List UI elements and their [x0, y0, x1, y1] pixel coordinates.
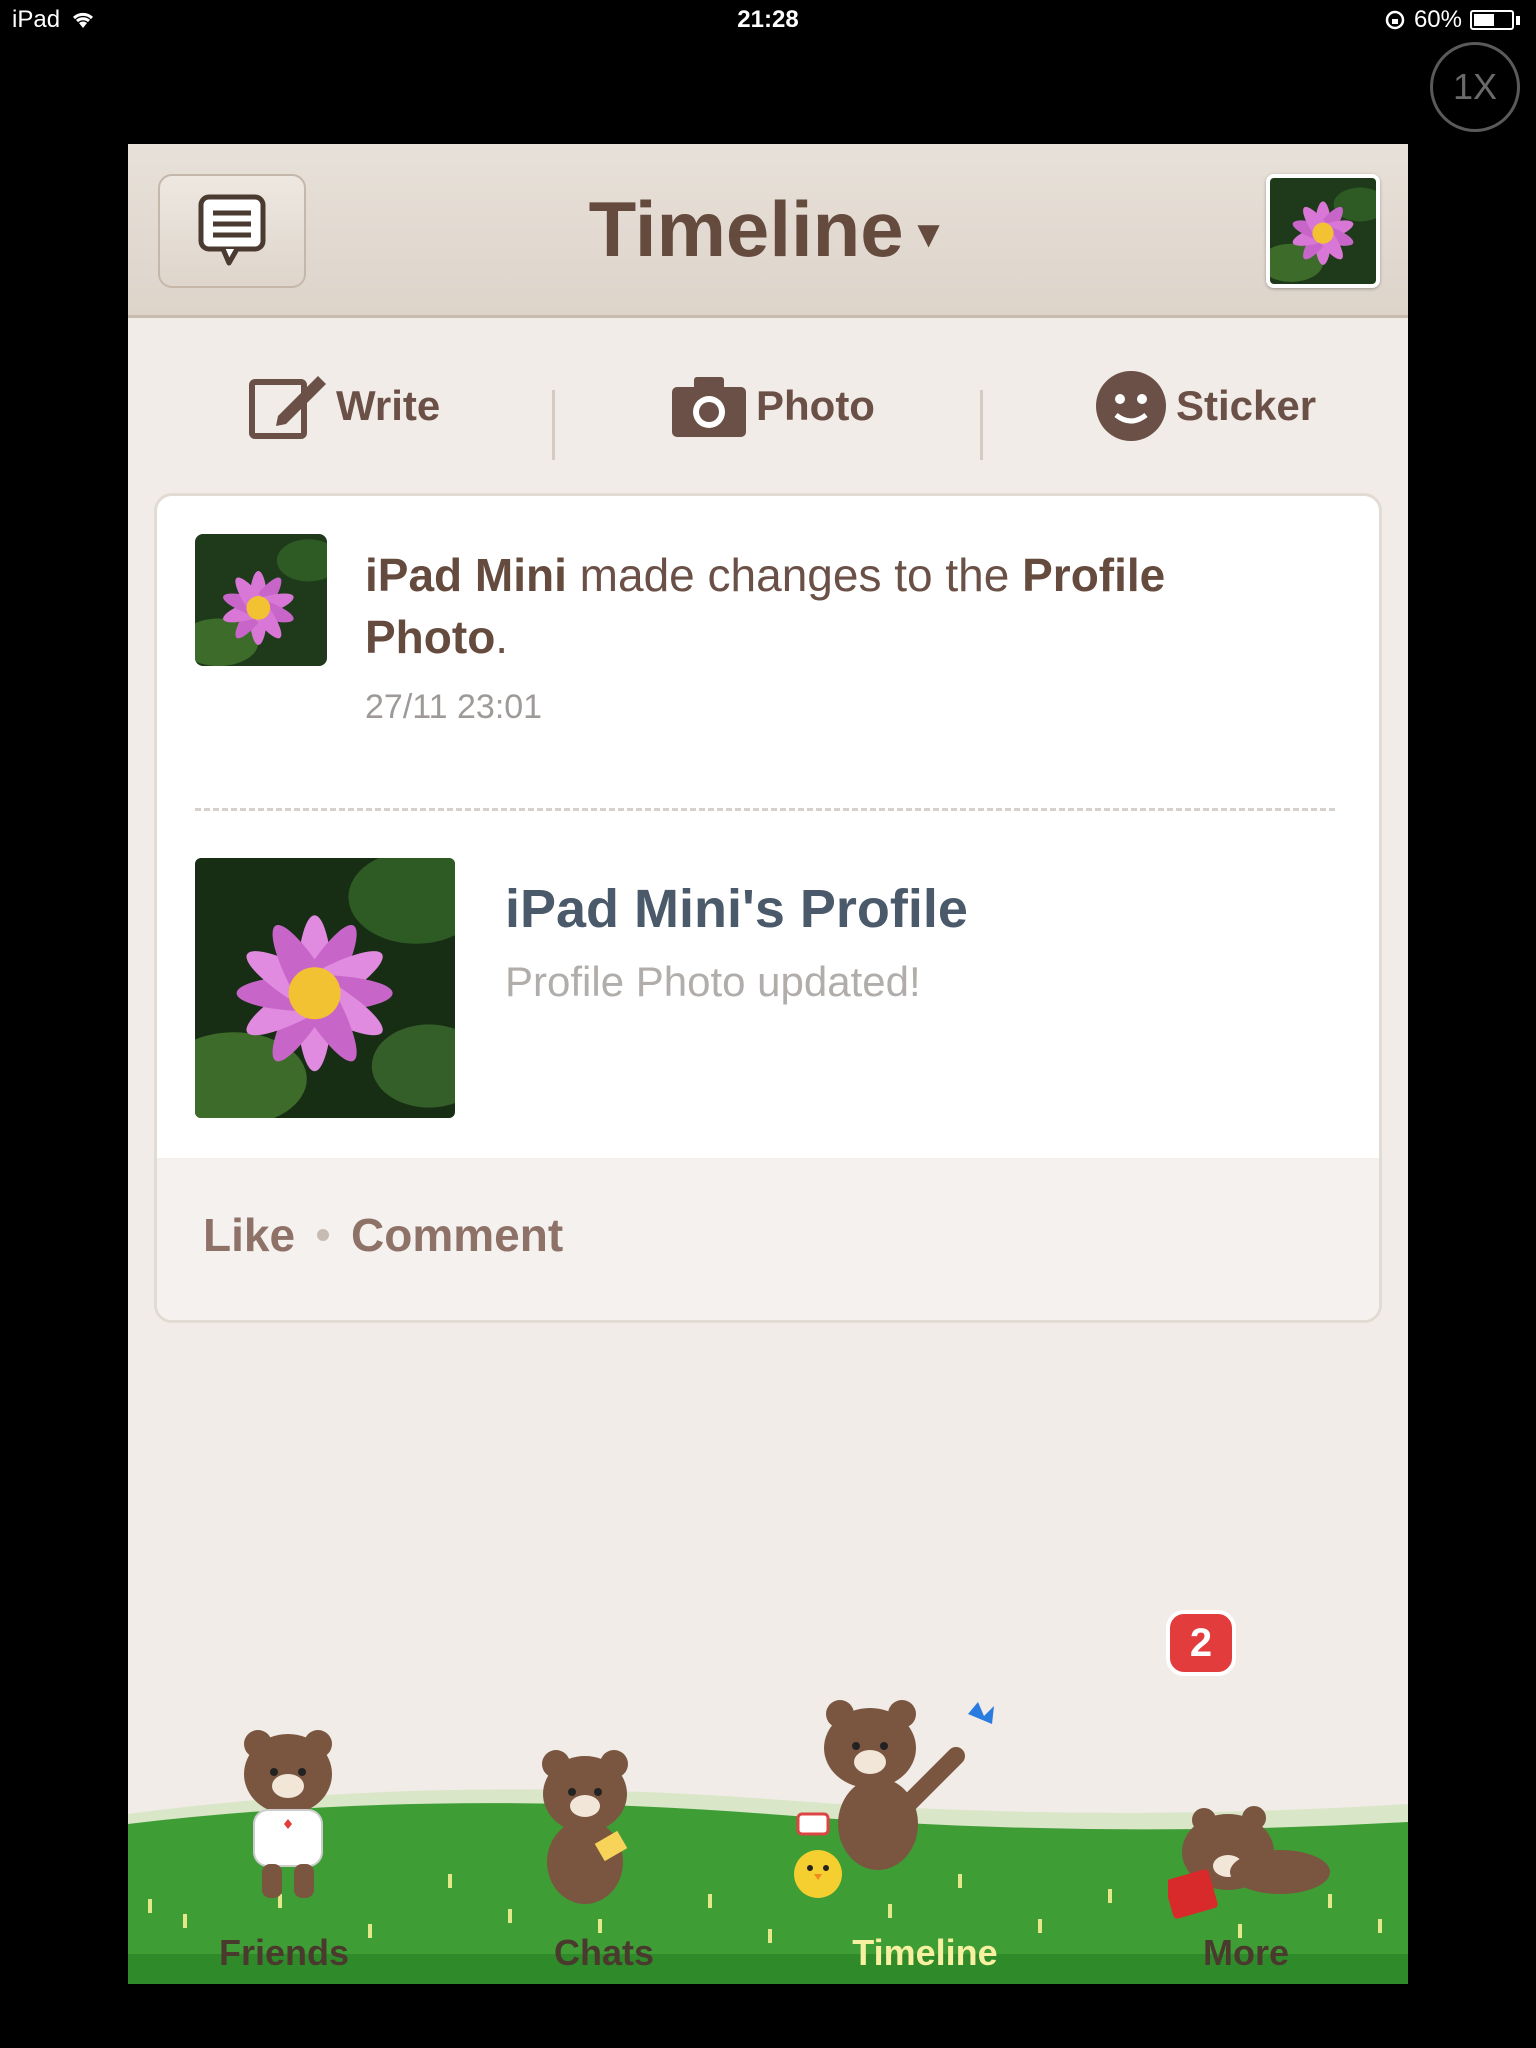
- chats-bear-icon: [542, 1750, 628, 1904]
- battery-percent: 60%: [1413, 6, 1462, 33]
- profile-photo-thumbnail[interactable]: [195, 858, 455, 1118]
- profile-link-title[interactable]: iPad Mini's Profile: [505, 878, 968, 940]
- status-bar: iPad 21:28 60%: [0, 0, 1536, 40]
- action-row: Write Photo Sticker: [128, 318, 1408, 478]
- post-timestamp: 27/11 23:01: [365, 688, 543, 726]
- separator-dot: [317, 1229, 330, 1241]
- clock: 21:28: [737, 6, 799, 33]
- dashed-divider: [195, 808, 1335, 811]
- flower-photo-icon: [195, 858, 455, 1118]
- chick-icon: [794, 1850, 842, 1898]
- like-button[interactable]: Like: [203, 1208, 295, 1262]
- pencil-note-icon: [249, 376, 326, 439]
- post-text-end: .: [495, 611, 509, 663]
- post-author-link[interactable]: iPad Mini: [365, 549, 567, 601]
- sticker-label: Sticker: [1176, 382, 1317, 429]
- tab-bar: Friends Chats Timeline More: [128, 1700, 1408, 1984]
- write-button[interactable]: Write: [248, 366, 440, 446]
- header-bar: Timeline ▼: [128, 144, 1408, 318]
- flower-photo-icon: [1270, 178, 1376, 284]
- page-title[interactable]: Timeline ▼: [128, 184, 1408, 275]
- write-label: Write: [336, 382, 441, 429]
- post-footer: Like Comment: [157, 1158, 1379, 1320]
- timeline-post: iPad Mini made changes to the Profile Ph…: [154, 493, 1382, 1323]
- my-profile-avatar[interactable]: [1266, 174, 1380, 288]
- post-author-avatar[interactable]: [195, 534, 327, 666]
- comment-button[interactable]: Comment: [351, 1208, 563, 1262]
- tab-more[interactable]: More: [1116, 1932, 1376, 1974]
- tab-friends[interactable]: Friends: [154, 1932, 414, 1974]
- app-window: Timeline ▼ Write Photo Sticker iPad Mini…: [128, 144, 1408, 1984]
- post-text: iPad Mini made changes to the Profile Ph…: [365, 544, 1265, 668]
- dropdown-caret-icon: ▼: [909, 213, 948, 256]
- rotation-lock-icon: [1385, 10, 1405, 30]
- photo-button[interactable]: Photo: [670, 366, 875, 446]
- photo-label: Photo: [756, 382, 875, 429]
- flower-photo-icon: [195, 534, 327, 666]
- tab-chats[interactable]: Chats: [474, 1932, 734, 1974]
- more-bear-icon: [1168, 1806, 1330, 1919]
- sticker-button[interactable]: Sticker: [1094, 366, 1316, 446]
- post-text-middle: made changes to the: [566, 549, 1023, 601]
- zoom-1x-button[interactable]: 1X: [1430, 42, 1520, 132]
- friends-bear-icon: [244, 1730, 332, 1898]
- smiley-icon: [1096, 371, 1166, 441]
- tab-timeline[interactable]: Timeline: [795, 1932, 1055, 1974]
- battery-icon: [1470, 10, 1514, 30]
- title-text: Timeline: [588, 185, 904, 273]
- camera-icon: [672, 377, 746, 437]
- more-notification-badge: 2: [1166, 1610, 1236, 1676]
- profile-link-subtitle: Profile Photo updated!: [505, 958, 921, 1005]
